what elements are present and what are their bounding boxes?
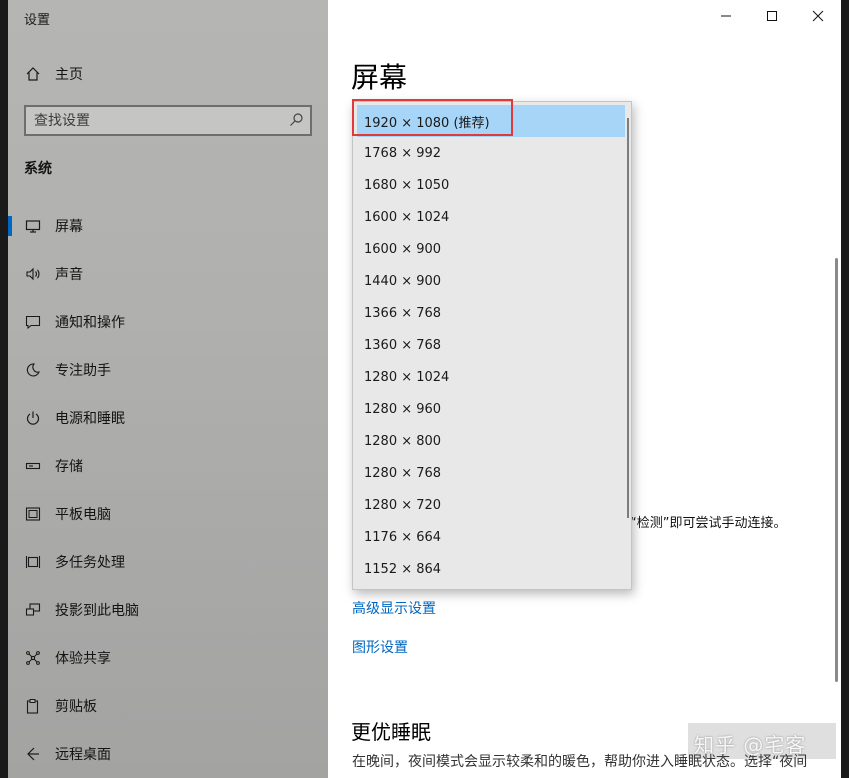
sidebar-item-multitasking[interactable]: 多任务处理 — [8, 542, 328, 582]
sidebar-item-label: 剪贴板 — [55, 699, 97, 715]
tablet-icon — [24, 505, 42, 523]
sidebar-item-sound[interactable]: 声音 — [8, 254, 328, 294]
resolution-dropdown-list[interactable]: 1920 × 1080 (推荐) 1768 × 992 1680 × 1050 … — [352, 101, 632, 590]
resolution-option[interactable]: 1600 × 900 — [353, 233, 625, 265]
detect-hint-text: “检测”即可尝试手动连接。 — [630, 516, 787, 531]
sidebar-item-label: 电源和睡眠 — [55, 411, 125, 427]
sidebar-item-label: 体验共享 — [55, 651, 111, 667]
maximize-icon — [767, 11, 777, 21]
storage-icon — [24, 457, 42, 475]
sidebar: 设置 主页 系统 屏幕 声音 — [8, 0, 328, 778]
sidebar-item-label: 远程桌面 — [55, 747, 111, 763]
page-title: 屏幕 — [351, 61, 408, 94]
sidebar-item-clipboard[interactable]: 剪贴板 — [8, 686, 328, 726]
resolution-option[interactable]: 1176 × 664 — [353, 521, 625, 553]
home-icon — [24, 65, 42, 83]
sidebar-item-home[interactable]: 主页 — [8, 54, 328, 94]
search-box[interactable] — [24, 105, 312, 136]
resolution-option[interactable]: 1768 × 992 — [353, 137, 625, 169]
sidebar-section-title: 系统 — [24, 161, 52, 177]
sidebar-item-tablet[interactable]: 平板电脑 — [8, 494, 328, 534]
notification-icon — [24, 313, 42, 331]
resolution-option[interactable]: 1360 × 768 — [353, 329, 625, 361]
maximize-button[interactable] — [749, 0, 795, 32]
search-input[interactable] — [34, 110, 284, 131]
resolution-option[interactable]: 1366 × 768 — [353, 297, 625, 329]
moon-icon — [24, 361, 42, 379]
minimize-button[interactable] — [703, 0, 749, 32]
speaker-icon — [24, 265, 42, 283]
resolution-option[interactable]: 1280 × 720 — [353, 489, 625, 521]
power-icon — [24, 409, 42, 427]
sidebar-item-label: 多任务处理 — [55, 555, 125, 571]
sidebar-item-display[interactable]: 屏幕 — [8, 206, 328, 246]
advanced-display-settings-link[interactable]: 高级显示设置 — [352, 598, 436, 618]
resolution-option[interactable]: 1280 × 1024 — [353, 361, 625, 393]
search-icon[interactable] — [288, 112, 304, 128]
sidebar-item-label: 平板电脑 — [55, 507, 111, 523]
resolution-option[interactable]: 1680 × 1050 — [353, 169, 625, 201]
resolution-option[interactable]: 1280 × 768 — [353, 457, 625, 489]
resolution-option[interactable]: 1152 × 864 — [353, 553, 625, 585]
night-light-heading: 更优睡眠 — [351, 720, 431, 744]
close-button[interactable] — [795, 0, 841, 32]
share-icon — [24, 649, 42, 667]
app-title: 设置 — [24, 13, 51, 28]
resolution-option[interactable]: 1440 × 900 — [353, 265, 625, 297]
sidebar-item-notifications[interactable]: 通知和操作 — [8, 302, 328, 342]
sidebar-item-label: 专注助手 — [55, 363, 111, 379]
dropdown-scrollbar[interactable] — [627, 118, 629, 518]
window-controls — [703, 0, 841, 32]
project-icon — [24, 601, 42, 619]
sidebar-item-focus-assist[interactable]: 专注助手 — [8, 350, 328, 390]
clipboard-icon — [24, 697, 42, 715]
sidebar-item-label: 主页 — [55, 67, 83, 83]
settings-window: 设置 主页 系统 屏幕 声音 — [8, 0, 841, 778]
sidebar-item-label: 存储 — [55, 459, 83, 475]
sidebar-item-storage[interactable]: 存储 — [8, 446, 328, 486]
sidebar-item-shared-experiences[interactable]: 体验共享 — [8, 638, 328, 678]
multitask-icon — [24, 553, 42, 571]
resolution-option[interactable]: 1280 × 800 — [353, 425, 625, 457]
sidebar-item-label: 投影到此电脑 — [55, 603, 139, 619]
minimize-icon — [721, 15, 731, 17]
sidebar-item-power[interactable]: 电源和睡眠 — [8, 398, 328, 438]
remote-icon — [24, 745, 42, 763]
sidebar-item-label: 通知和操作 — [55, 315, 125, 331]
monitor-icon — [24, 217, 42, 235]
main-scrollbar[interactable] — [835, 258, 838, 682]
watermark-text: 知乎 @宅客 — [694, 733, 807, 757]
resolution-option[interactable]: 1280 × 960 — [353, 393, 625, 425]
sidebar-item-label: 屏幕 — [55, 219, 83, 235]
close-icon — [812, 10, 824, 22]
sidebar-item-projecting[interactable]: 投影到此电脑 — [8, 590, 328, 630]
graphics-settings-link[interactable]: 图形设置 — [352, 637, 408, 657]
sidebar-item-label: 声音 — [55, 267, 83, 283]
annotation-highlight-box — [352, 99, 513, 136]
sidebar-item-remote-desktop[interactable]: 远程桌面 — [8, 734, 328, 774]
resolution-option[interactable]: 1600 × 1024 — [353, 201, 625, 233]
